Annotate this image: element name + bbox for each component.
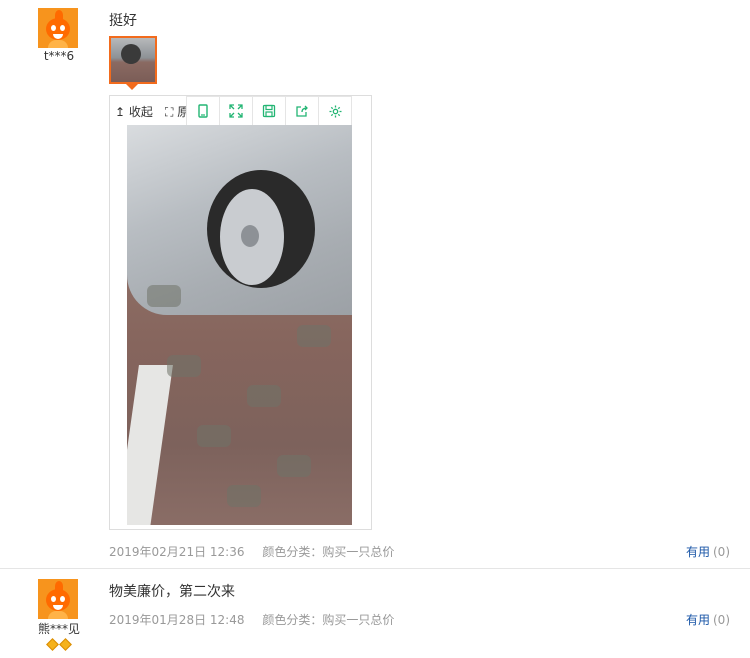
save-icon[interactable] [253,97,286,125]
viewer-toolbar: ↥ 收起 ⛶ 原图 [110,96,371,126]
username: 熊***见 [38,622,81,636]
useful-label[interactable]: 有用 [686,613,710,627]
review-photo [127,125,352,525]
review-text: 物美廉价，第二次来 [109,584,235,600]
review-meta: 2019年01月28日 12:48 颜色分类：购买一只总价 [109,611,394,628]
fullscreen-icon[interactable] [220,97,253,125]
username: t***6 [43,49,75,63]
diamond-icon [46,638,59,651]
useful-button[interactable]: 有用 (0) [686,611,730,628]
divider [0,568,750,569]
review-thumbnail[interactable] [109,36,157,84]
avatar[interactable] [38,8,78,48]
share-icon[interactable] [286,97,319,125]
reviewer-info: 熊***见 [38,579,81,651]
color-category: 颜色分类：购买一只总价 [262,545,395,559]
review-text: 挺好 [109,13,137,29]
phone-icon[interactable] [187,97,220,125]
image-viewer: ↥ 收起 ⛶ 原图 [109,95,372,530]
useful-count: (0) [713,613,730,627]
diamond-icon [59,638,72,651]
color-category: 颜色分类：购买一只总价 [262,613,395,627]
review-date: 2019年01月28日 12:48 [109,613,245,627]
review-date: 2019年02月21日 12:36 [109,545,245,559]
reviewer-info: t***6 [38,8,80,63]
settings-icon[interactable] [319,97,351,125]
thumbnail-pointer [126,84,138,90]
useful-button[interactable]: 有用 (0) [686,543,730,560]
viewer-tools [186,96,352,126]
review-meta: 2019年02月21日 12:36 颜色分类：购买一只总价 [109,543,394,560]
useful-count: (0) [713,545,730,559]
useful-label[interactable]: 有用 [686,545,710,559]
avatar[interactable] [38,579,78,619]
member-badges [38,638,80,651]
collapse-button[interactable]: ↥ 收起 [115,103,153,120]
